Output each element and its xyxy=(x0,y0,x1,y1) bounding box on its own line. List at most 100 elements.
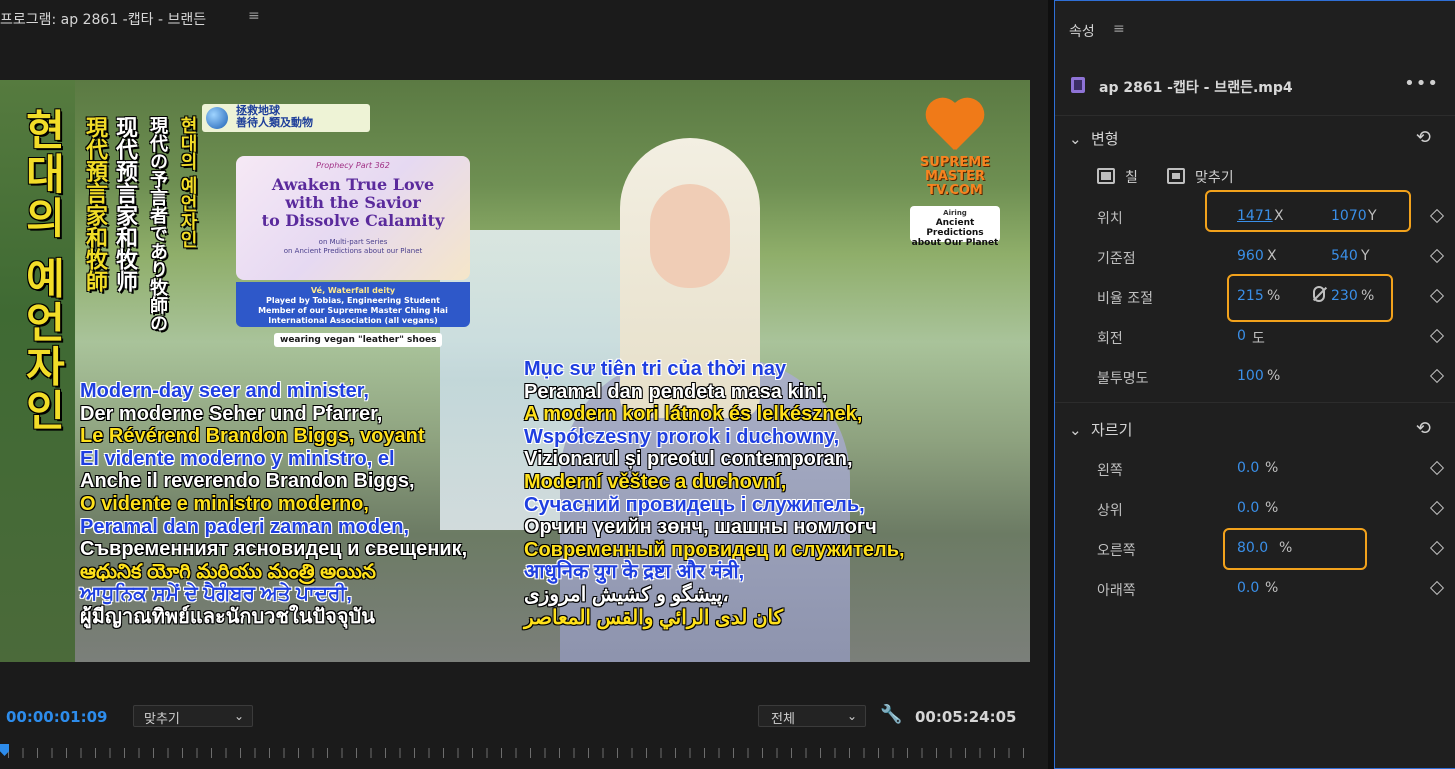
crop-left-label: 왼쪽 xyxy=(1097,463,1123,479)
badge-line: 善待人類及動物 xyxy=(236,116,313,129)
separator xyxy=(1055,402,1455,403)
crop-left-unit: % xyxy=(1265,460,1279,476)
subtitle-line: Современный провидец и служитель, xyxy=(524,538,905,561)
resolution-value: 전체 xyxy=(771,712,795,727)
keyframe-diamond-icon[interactable] xyxy=(1429,328,1445,344)
crop-bottom-unit: % xyxy=(1265,580,1279,596)
keyframe-diamond-icon[interactable] xyxy=(1429,580,1445,596)
position-y-value[interactable]: 1070 xyxy=(1331,208,1367,224)
section-title: 자르기 xyxy=(1091,421,1133,439)
chevron-down-icon: ⌄ xyxy=(846,709,857,723)
airing-badge: Airing Ancient Predictions about Our Pla… xyxy=(910,206,1000,248)
subtitle-line: आधुनिक युग के द्रष्टा और मंत्री, xyxy=(524,561,745,584)
video-clip-icon xyxy=(1071,77,1085,93)
vertical-title-korean: 현대의 예언자인 xyxy=(18,108,67,433)
anchor-x-unit: X xyxy=(1267,248,1277,264)
fit-frame-icon[interactable] xyxy=(1167,168,1185,184)
crop-right-label: 오른쪽 xyxy=(1097,543,1136,559)
subtitle-line: Орчин үеийн зөнч, шашны номлогч xyxy=(524,516,877,539)
reset-icon[interactable]: ⟲ xyxy=(1416,418,1431,439)
subtitle-line: Współczesny prorok i duchowny, xyxy=(524,425,840,448)
anchor-y-value[interactable]: 540 xyxy=(1331,248,1358,264)
airing-line: Ancient Predictions xyxy=(926,218,984,238)
anchor-label: 기준점 xyxy=(1097,251,1136,267)
subtitle-line: ఆధునిక యోగి మరియు మంత్రి అయిన xyxy=(80,560,376,583)
heart-logo-icon xyxy=(924,100,986,156)
crop-top-label: 상위 xyxy=(1097,503,1123,519)
keyframe-diamond-icon[interactable] xyxy=(1429,248,1445,264)
cast-info-card: Vé, Waterfall deity Played by Tobias, En… xyxy=(236,282,470,327)
airing-line: about Our Planet xyxy=(911,238,999,248)
fit-label[interactable]: 맞추기 xyxy=(1195,167,1234,187)
scale-width-value[interactable]: 215 xyxy=(1237,288,1264,304)
keyframe-diamond-icon[interactable] xyxy=(1429,368,1445,384)
cast-line: Played by Tobias, Engineering Student xyxy=(265,296,440,305)
globe-icon xyxy=(206,107,228,129)
keyframe-diamond-icon[interactable] xyxy=(1429,500,1445,516)
properties-panel: 속성 ≡ ap 2861 -캡타 - 브랜든.mp4 ••• ⌄ 변형 ⟲ 칠 맞… xyxy=(1054,0,1455,769)
fill-frame-icon[interactable] xyxy=(1097,168,1115,184)
program-monitor: 프로그램: ap 2861 -캡타 - 브랜든 ≡ 현대의 예언자인 現代預言家… xyxy=(0,0,1048,769)
subtitle-line: Anche il reverendo Brandon Biggs, xyxy=(80,470,415,493)
crop-top-value[interactable]: 0.0 xyxy=(1237,500,1259,516)
section-title: 변형 xyxy=(1091,130,1119,148)
scale-height-unit: % xyxy=(1361,288,1375,304)
fill-label[interactable]: 칠 xyxy=(1125,167,1138,187)
opacity-value[interactable]: 100 xyxy=(1237,368,1264,384)
crop-top-row: 상위 0.0 % xyxy=(1097,500,1445,522)
video-frame[interactable]: 현대의 예언자인 現代預言家和牧師 现代预言家和牧师 現代の予言者であり牧師の … xyxy=(0,80,1030,662)
subtitle-line: ผู้มีญาณทิพย์และนักบวชในปัจจุบัน xyxy=(80,605,375,628)
keyframe-diamond-icon[interactable] xyxy=(1429,540,1445,556)
timeline-ruler[interactable] xyxy=(0,744,1030,758)
panel-title: 속성 xyxy=(1069,24,1095,40)
resolution-select[interactable]: 전체 ⌄ xyxy=(758,705,866,727)
supreme-master-tv-logo: SUPREME MASTER TV.COM xyxy=(896,100,1014,198)
more-options-icon[interactable]: ••• xyxy=(1404,73,1439,94)
separator xyxy=(1055,115,1455,116)
panel-menu-icon[interactable]: ≡ xyxy=(1113,21,1125,37)
unlink-aspect-icon[interactable] xyxy=(1313,286,1325,302)
chevron-down-icon: ⌄ xyxy=(1069,421,1082,439)
scale-label: 비율 조절 xyxy=(1097,291,1153,307)
crop-bottom-value[interactable]: 0.0 xyxy=(1237,580,1259,596)
save-earth-badge: 拯救地球 善待人類及動物 xyxy=(202,104,370,132)
subtitle-line: A modern kori látnok és lelkésznek, xyxy=(524,403,863,426)
crop-section-header[interactable]: ⌄ 자르기 xyxy=(1069,419,1132,440)
shoes-note: wearing vegan "leather" shoes xyxy=(274,333,443,347)
crop-right-row: 오른쪽 80.0 % xyxy=(1097,540,1445,562)
subtitle-line: Mục sư tiên tri của thời nay xyxy=(524,358,787,380)
vertical-title-simp-chinese: 现代预言家和牧师 xyxy=(112,116,137,292)
anchor-x-value[interactable]: 960 xyxy=(1237,248,1264,264)
keyframe-diamond-icon[interactable] xyxy=(1429,288,1445,304)
episode-title-line: Awaken True Love xyxy=(271,175,435,194)
subtitle-line: كان لدى الرائي والقس المعاصر xyxy=(524,606,784,629)
subtitle-line: Сучасний провидець і служитель, xyxy=(524,493,865,516)
crop-left-row: 왼쪽 0.0 % xyxy=(1097,460,1445,482)
scale-row: 비율 조절 215 % 230 % xyxy=(1097,288,1445,310)
crop-top-unit: % xyxy=(1265,500,1279,516)
subtitle-line: Съвременният ясновидец и свещеник, xyxy=(80,538,468,561)
transform-section-header[interactable]: ⌄ 변형 xyxy=(1069,128,1119,149)
anchor-row: 기준점 960 X 540 Y xyxy=(1097,248,1445,270)
zoom-fit-select[interactable]: 맞추기 ⌄ xyxy=(133,705,253,727)
scale-height-value[interactable]: 230 xyxy=(1331,288,1358,304)
keyframe-diamond-icon[interactable] xyxy=(1429,208,1445,224)
reset-icon[interactable]: ⟲ xyxy=(1416,127,1431,148)
episode-title-line: to Dissolve Calamity xyxy=(261,211,445,230)
series-info: on Multi-part Series on Ancient Predicti… xyxy=(236,238,470,256)
series-line: on Ancient Predictions about our Planet xyxy=(283,247,423,255)
crop-right-value[interactable]: 80.0 xyxy=(1237,540,1268,556)
program-menu-icon[interactable]: ≡ xyxy=(248,8,260,24)
wrench-icon[interactable]: 🔧 xyxy=(880,704,902,725)
rotation-row: 회전 0 도 xyxy=(1097,328,1445,350)
duration-timecode: 00:05:24:05 xyxy=(915,708,1017,726)
position-row: 위치 1471 X 1070 Y xyxy=(1097,208,1445,230)
rotation-value[interactable]: 0 xyxy=(1237,328,1246,344)
subtitles-left: Modern-day seer and minister, Der moderne… xyxy=(80,380,467,629)
current-timecode[interactable]: 00:00:01:09 xyxy=(6,708,108,726)
subtitle-line: Le Révérend Brandon Biggs, voyant xyxy=(80,425,425,448)
vertical-title-japanese: 現代の予言者であり牧師の xyxy=(147,116,168,332)
crop-left-value[interactable]: 0.0 xyxy=(1237,460,1259,476)
position-x-value[interactable]: 1471 xyxy=(1237,208,1273,224)
keyframe-diamond-icon[interactable] xyxy=(1429,460,1445,476)
